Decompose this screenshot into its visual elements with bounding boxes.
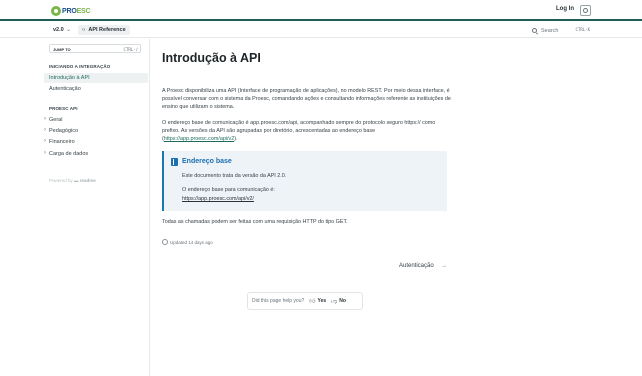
jump-to-label: JUMP TO: [53, 47, 71, 52]
sidebar-item-geral[interactable]: › Geral: [44, 115, 148, 125]
sidebar-item-carga-de-dados[interactable]: › Carga de dados: [44, 149, 148, 159]
sidebar-item-financeiro[interactable]: › Financeiro: [44, 137, 148, 147]
sidebar-item-label: Introdução à API: [49, 75, 90, 81]
login-button[interactable]: Log In: [556, 6, 574, 12]
sidebar-item-label: Geral: [49, 117, 63, 123]
callout-line: Este documento trata da versão da API 2.…: [182, 173, 287, 179]
search-placeholder: Search: [541, 27, 559, 34]
sub-navigation: v2.0 ⌄ ‹› API Reference Search CTRL-K: [0, 23, 642, 38]
top-header: PROESC Log In: [0, 0, 642, 21]
feedback-no-button[interactable]: 👎︎ No: [331, 297, 346, 305]
logo-mark-icon: [51, 6, 61, 16]
tab-api-reference[interactable]: ‹› API Reference: [78, 25, 130, 35]
clock-icon: [162, 239, 168, 245]
chevron-right-icon: ›: [44, 150, 46, 156]
sidebar-item-label: Autenticação: [49, 86, 81, 92]
powered-by-readme[interactable]: Powered by ▬ readme: [49, 178, 96, 183]
callout-title: Endereço base: [182, 158, 232, 165]
arrow-right-icon[interactable]: →: [441, 263, 447, 269]
sidebar-item-label: Carga de dados: [49, 151, 89, 157]
feedback-widget: Did this page help you? 👍︎ Yes 👎︎ No: [247, 292, 363, 310]
logo-text: PROESC: [62, 7, 91, 15]
page-title: Introdução à API: [162, 51, 261, 65]
version-selector[interactable]: v2.0: [53, 27, 64, 33]
search-input[interactable]: Search CTRL-K: [532, 26, 592, 35]
jump-to-shortcut: CTRL-/: [123, 46, 138, 52]
thumbs-up-icon: 👍︎: [309, 299, 316, 305]
tab-label: API Reference: [88, 27, 126, 33]
jump-to-input[interactable]: JUMP TO CTRL-/: [49, 44, 141, 53]
theme-toggle-icon: [583, 8, 588, 13]
sidebar-item-label: Financeiro: [49, 139, 75, 145]
api-v2-link[interactable]: https://app.proesc.com/api/v2: [164, 136, 234, 142]
updated-timestamp: Updated 14 days ago: [162, 239, 213, 245]
feedback-yes-button[interactable]: 👍︎ Yes: [309, 297, 326, 305]
sidebar-item-label: Pedagógico: [49, 128, 79, 134]
sidebar-section-title: INICIANDO A INTEGRAÇÃO: [49, 64, 111, 69]
feedback-question: Did this page help you?: [252, 298, 305, 304]
code-icon: ‹›: [82, 27, 86, 33]
next-page-link[interactable]: Autenticação: [399, 263, 434, 269]
proesc-logo[interactable]: PROESC: [51, 5, 91, 17]
intro-paragraph: A Proesc disponibiliza uma API (Interfac…: [162, 88, 451, 111]
chevron-right-icon: ›: [44, 138, 46, 144]
callout-link[interactable]: https://app.proesc.com/api/v2/: [182, 196, 254, 202]
search-icon: [532, 28, 537, 33]
theme-toggle-button[interactable]: [580, 5, 591, 16]
readme-logo-icon: ▬: [74, 178, 79, 183]
chevron-down-icon[interactable]: ⌄: [66, 26, 71, 33]
sidebar-item-introducao[interactable]: Introdução à API: [44, 73, 148, 83]
sidebar-item-pedagogico[interactable]: › Pedagógico: [44, 126, 148, 136]
thumbs-down-icon: 👎︎: [331, 299, 338, 305]
sidebar-item-autenticacao[interactable]: Autenticação: [44, 84, 148, 94]
get-requests-paragraph: Todas as chamadas podem ser feitas com u…: [162, 219, 348, 225]
chevron-right-icon: ›: [44, 127, 46, 133]
chevron-right-icon: ›: [44, 116, 46, 122]
callout-box: Endereço base Este documento trata da ve…: [162, 151, 447, 211]
base-address-paragraph: O endereço base de comunicação é app.pro…: [162, 120, 436, 143]
search-shortcut: CTRL-K: [575, 27, 590, 32]
sidebar: JUMP TO CTRL-/ INICIANDO A INTEGRAÇÃO In…: [0, 39, 150, 376]
sidebar-section-title: PROESC API: [49, 106, 78, 111]
callout-line: O endereço base para comunicação é:: [182, 187, 275, 193]
book-icon: [171, 158, 178, 166]
